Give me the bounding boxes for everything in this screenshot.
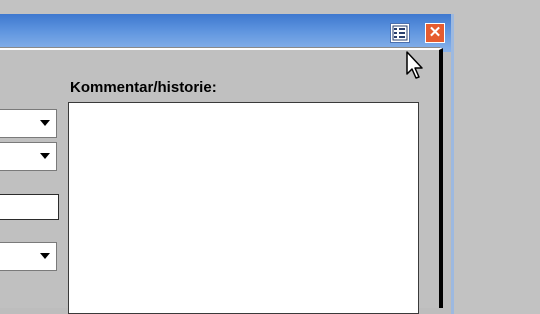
close-button[interactable]: ✕ xyxy=(425,23,445,43)
dropdown-1[interactable] xyxy=(0,109,57,138)
dropdown-3[interactable] xyxy=(0,242,57,271)
comment-textarea[interactable] xyxy=(68,102,419,314)
chevron-down-icon xyxy=(40,253,50,259)
chevron-down-icon xyxy=(40,153,50,159)
close-icon: ✕ xyxy=(428,24,442,41)
chevron-down-icon xyxy=(40,120,50,126)
text-field[interactable] xyxy=(0,194,59,220)
layout-button[interactable] xyxy=(390,23,410,43)
comment-label: Kommentar/historie: xyxy=(70,79,217,96)
mouse-cursor-icon xyxy=(406,51,423,79)
layout-grid-icon xyxy=(392,25,408,41)
dropdown-2[interactable] xyxy=(0,142,57,171)
